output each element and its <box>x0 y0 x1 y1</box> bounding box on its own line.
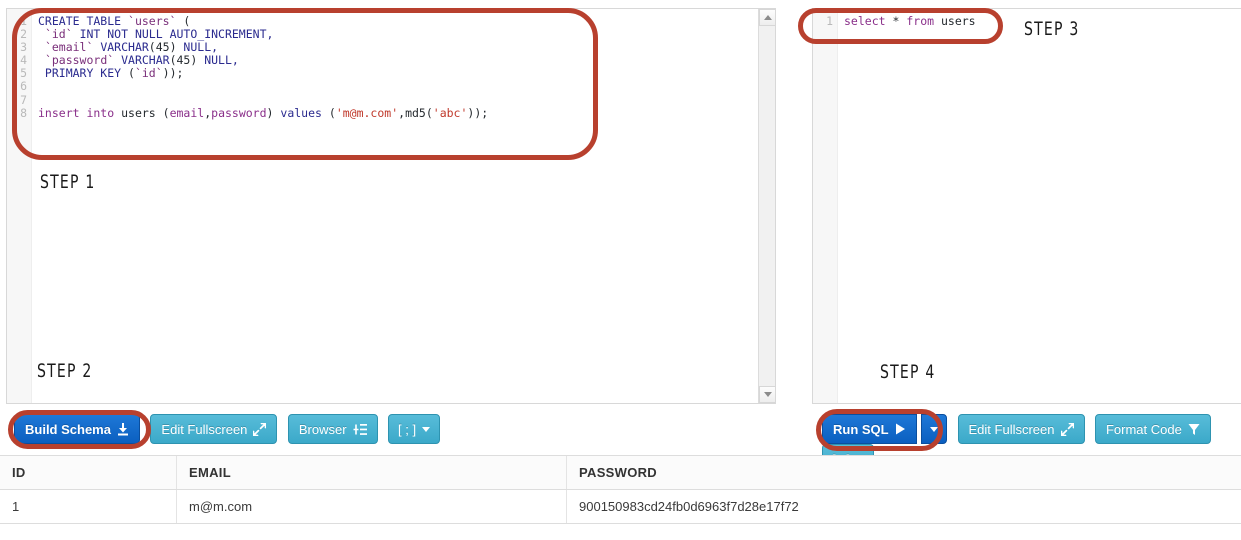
edit-fullscreen-button-schema[interactable]: Edit Fullscreen <box>150 414 278 444</box>
statement-separator-button-schema[interactable]: [ ; ] <box>388 414 441 444</box>
code-token: from <box>906 14 935 28</box>
code-token: md5 <box>405 105 426 120</box>
chevron-down-icon <box>422 426 431 432</box>
results-cell: 1 <box>0 489 177 524</box>
code-token: )); <box>467 105 489 120</box>
query-results: ID EMAIL PASSWORD 1 m@m.com 900150983cd24fb0… <box>0 455 1241 524</box>
line-number: 6 <box>20 79 27 94</box>
code-token: `email` <box>44 40 94 55</box>
code-token: select <box>844 14 886 28</box>
edit-fullscreen-button-query[interactable]: Edit Fullscreen <box>957 414 1085 444</box>
format-code-label: Format Code <box>1105 421 1182 437</box>
code-token: PRIMARY KEY <box>38 66 129 81</box>
expand-arrow-icon <box>253 422 267 436</box>
run-sql-dropdown-button[interactable] <box>921 414 948 444</box>
statement-separator-label: [ ; ] <box>398 421 417 437</box>
code-token: `id` <box>44 27 73 42</box>
code-token: `id` <box>134 66 163 81</box>
code-token: `users` <box>128 14 177 28</box>
code-token: NULL, <box>197 53 239 68</box>
annotation-step-3: STEP 3 <box>1024 18 1080 40</box>
code-token: `password` <box>44 53 115 68</box>
play-icon <box>895 423 906 435</box>
line-number: 8 <box>20 105 27 120</box>
schema-editor-pane[interactable]: 12345678 CREATE TABLE `users` ( `id` INT… <box>6 8 776 404</box>
build-schema-button[interactable]: Build Schema <box>14 414 140 444</box>
line-number: 3 <box>20 40 27 55</box>
code-token: ( <box>176 14 191 28</box>
query-editor-code[interactable]: select * from users <box>838 9 1241 403</box>
chevron-down-icon <box>930 426 939 432</box>
code-token: users <box>934 14 976 28</box>
scroll-down-arrow-icon[interactable] <box>759 386 775 403</box>
edit-fullscreen-label: Edit Fullscreen <box>161 421 248 437</box>
code-line: insert into users (email,password) value… <box>38 105 775 120</box>
code-line: PRIMARY KEY (`id`)); <box>38 67 775 80</box>
run-sql-button[interactable]: Run SQL <box>822 414 917 444</box>
results-column-header: PASSWORD <box>566 456 1241 490</box>
code-token: 'abc' <box>432 105 468 120</box>
annotation-step-1: STEP 1 <box>40 171 96 193</box>
add-to-list-icon <box>353 423 367 436</box>
code-token: (45) <box>169 53 198 68</box>
line-number: 5 <box>20 66 27 81</box>
line-number: 7 <box>20 92 27 107</box>
results-table: ID EMAIL PASSWORD 1 m@m.com 900150983cd24fb0… <box>0 456 1241 524</box>
query-editor-pane[interactable]: 1 select * from users <box>812 8 1241 404</box>
query-editor-gutter: 1 <box>813 9 838 403</box>
line-number: 4 <box>20 53 27 68</box>
table-row: 1 m@m.com 900150983cd24fb0d6963f7d28e17f72 <box>0 489 1241 524</box>
results-column-header: EMAIL <box>176 456 567 490</box>
schema-editor-scrollbar[interactable] <box>758 9 775 403</box>
code-token: email <box>169 105 205 120</box>
code-token: CREATE TABLE <box>38 14 129 28</box>
line-number: 2 <box>20 27 27 42</box>
code-token: VARCHAR <box>93 40 149 55</box>
download-icon <box>117 422 129 436</box>
results-header-row: ID EMAIL PASSWORD <box>0 456 1241 490</box>
code-token: VARCHAR <box>114 53 170 68</box>
code-token: ( <box>321 105 336 120</box>
schema-editor-code[interactable]: CREATE TABLE `users` ( `id` INT NOT NULL… <box>32 9 775 403</box>
annotation-step-4: STEP 4 <box>880 361 936 383</box>
code-token: ( <box>162 105 170 120</box>
line-number: 1 <box>826 14 833 28</box>
results-cell: 900150983cd24fb0d6963f7d28e17f72 <box>566 489 1241 524</box>
filter-icon <box>1188 423 1200 436</box>
scroll-up-arrow-icon[interactable] <box>759 9 775 26</box>
code-token: NULL, <box>176 40 219 55</box>
editors-area: 12345678 CREATE TABLE `users` ( `id` INT… <box>0 0 1241 412</box>
code-token: ( <box>128 66 135 81</box>
code-token: 'm@m.com' <box>335 105 399 120</box>
code-token: password <box>211 105 267 120</box>
browser-button[interactable]: Browser <box>287 414 378 444</box>
expand-arrow-icon <box>1060 422 1074 436</box>
format-code-button[interactable]: Format Code <box>1094 414 1211 444</box>
annotation-step-2: STEP 2 <box>37 360 93 382</box>
code-token: ( <box>425 105 433 120</box>
code-token: values <box>280 105 322 120</box>
browser-label: Browser <box>298 421 347 437</box>
code-token: insert into <box>38 105 115 120</box>
query-toolbar: Run SQL Edit Fullscreen Format Code [ ; … <box>822 414 1241 474</box>
edit-fullscreen-label: Edit Fullscreen <box>968 421 1055 437</box>
code-token: INT NOT NULL AUTO_INCREMENT, <box>72 27 274 42</box>
schema-toolbar: Build Schema Edit Fullscreen Browser [ ;… <box>14 414 446 444</box>
schema-editor-gutter: 12345678 <box>7 9 32 403</box>
code-token: (45) <box>148 40 177 55</box>
code-token: )); <box>162 66 184 81</box>
run-sql-label: Run SQL <box>833 421 889 437</box>
code-token: users <box>114 105 163 120</box>
build-schema-label: Build Schema <box>25 421 111 437</box>
line-number: 1 <box>20 14 27 28</box>
results-cell: m@m.com <box>176 489 567 524</box>
results-column-header: ID <box>0 456 177 490</box>
